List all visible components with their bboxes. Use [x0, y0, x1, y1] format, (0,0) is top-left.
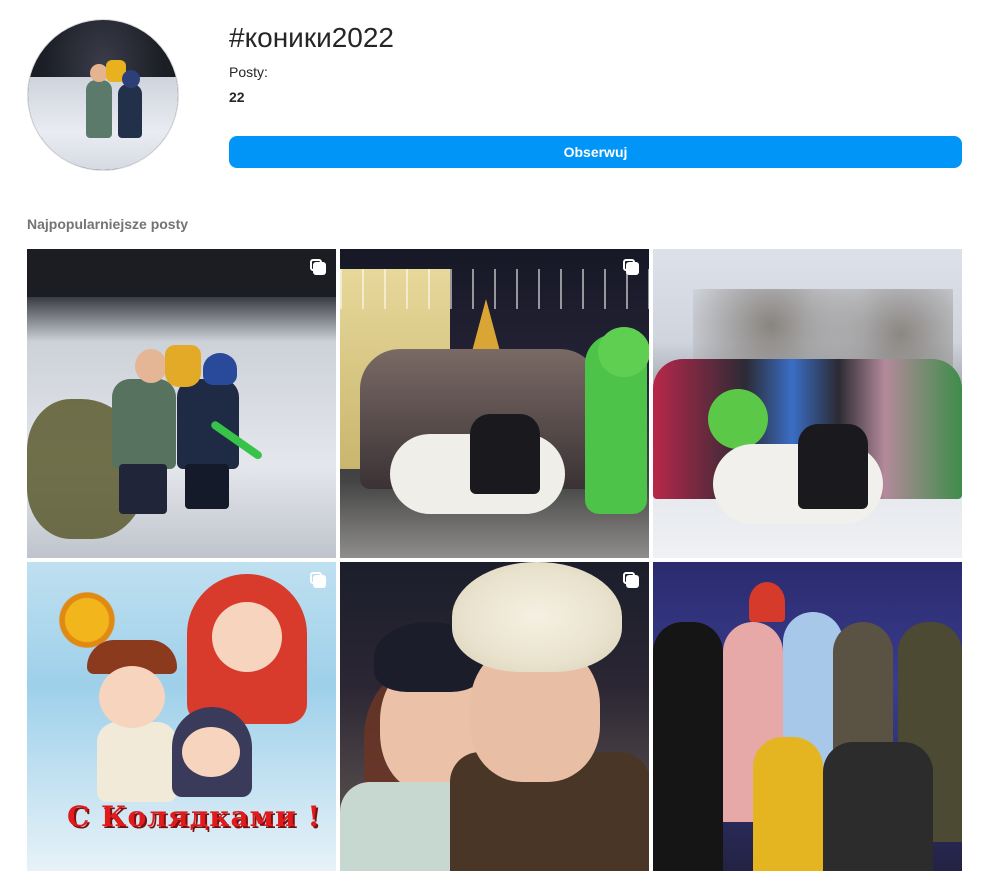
posts-grid: С Колядками ! — [27, 249, 962, 871]
carousel-icon — [623, 259, 639, 275]
photo-element — [798, 424, 868, 509]
carousel-icon — [310, 572, 326, 588]
photo-element — [470, 414, 540, 494]
photo-element — [177, 379, 239, 469]
photo-element — [749, 582, 785, 622]
follow-button[interactable]: Obserwuj — [229, 136, 962, 168]
avatar-figure — [122, 70, 140, 88]
post-tile[interactable] — [27, 249, 336, 558]
photo-element — [598, 327, 649, 377]
photo-element — [212, 602, 282, 672]
top-posts-heading: Najpopularniejsze posty — [27, 216, 189, 232]
photo-element — [99, 666, 165, 728]
avatar-figure — [86, 80, 112, 138]
photo-element — [708, 389, 768, 449]
carousel-icon — [310, 259, 326, 275]
post-tile[interactable] — [340, 562, 649, 871]
post-tile[interactable]: С Колядками ! — [27, 562, 336, 871]
posts-label: Posty: — [229, 64, 268, 80]
photo-element — [112, 379, 176, 469]
photo-element — [185, 464, 229, 509]
photo-element — [97, 722, 177, 802]
hashtag-title: #коники2022 — [229, 22, 394, 53]
photo-element — [823, 742, 933, 871]
post-tile[interactable] — [653, 562, 962, 871]
avatar-figure — [118, 84, 142, 138]
card-caption: С Колядками ! — [67, 800, 321, 833]
photo-element — [135, 349, 167, 383]
posts-count: 22 — [229, 89, 245, 105]
photo-element — [165, 345, 201, 387]
hashtag-avatar — [27, 19, 179, 171]
photo-element — [653, 622, 723, 871]
post-tile[interactable] — [340, 249, 649, 558]
photo-element — [753, 737, 823, 871]
photo-element — [27, 249, 336, 297]
post-tile[interactable] — [653, 249, 962, 558]
photo-element — [203, 353, 237, 385]
photo-element — [119, 464, 167, 514]
carousel-icon — [623, 572, 639, 588]
photo-element — [182, 727, 240, 777]
photo-element — [452, 562, 622, 672]
